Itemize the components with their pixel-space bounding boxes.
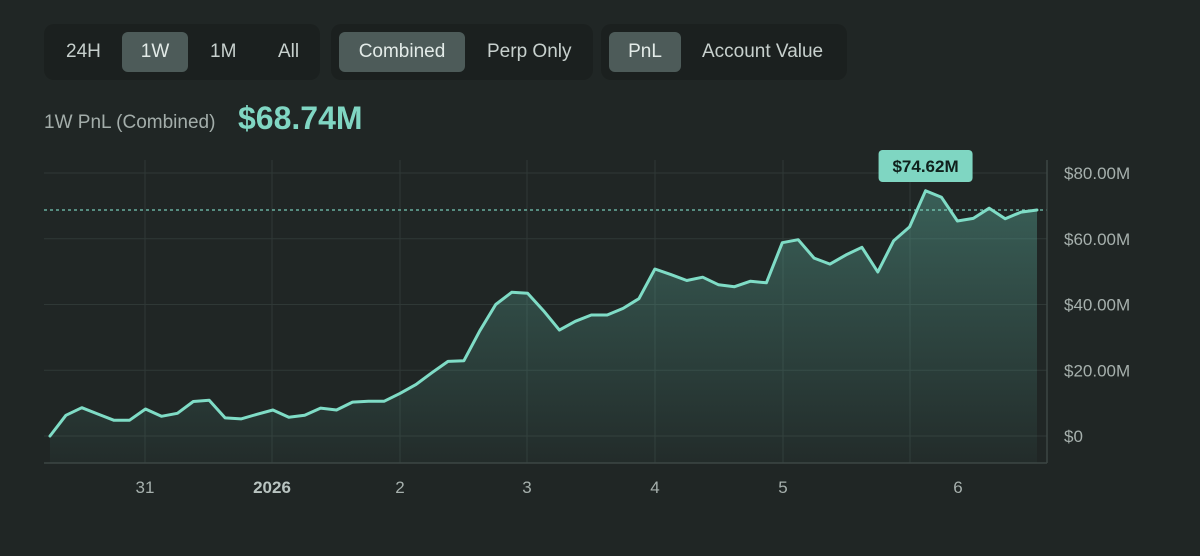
x-tick-label: 2026 [253,478,291,497]
y-tick-label: $20.00M [1064,361,1130,380]
x-tick-label: 4 [650,478,659,497]
x-tick-label: 31 [136,478,155,497]
x-tick-label: 2 [395,478,404,497]
x-tick-label: 5 [778,478,787,497]
series-area [50,190,1037,463]
y-tick-label: $80.00M [1064,164,1130,183]
y-tick-label: $60.00M [1064,230,1130,249]
chart-area-layer [44,189,1047,463]
peak-badge-label: $74.62M [892,157,958,176]
y-tick-label: $40.00M [1064,296,1130,315]
chart-badge-layer: $74.62M [878,150,973,182]
x-tick-label: 6 [953,478,962,497]
pnl-chart[interactable]: $80.00M $60.00M $40.00M $20.00M $0 31 2026 2 3 4 5… [0,0,1200,556]
x-tick-label: 3 [522,478,531,497]
y-tick-label: $0 [1064,427,1083,446]
